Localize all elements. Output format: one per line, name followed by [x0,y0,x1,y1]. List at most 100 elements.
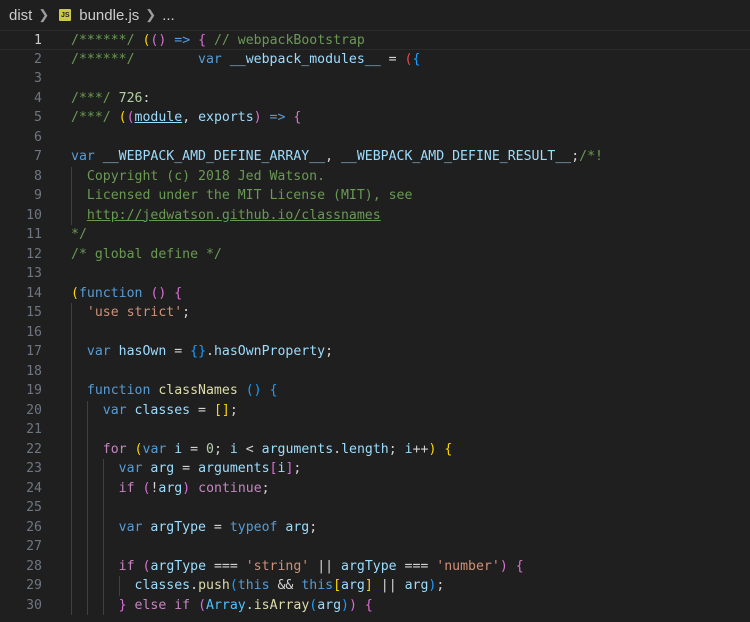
code-line[interactable]: 28 if (argType === 'string' || argType =… [0,556,750,577]
code-token: classNames [158,383,238,398]
code-line[interactable]: 24 if (!arg) continue; [0,478,750,498]
code-text: 'use strict'; [71,303,190,323]
code-line[interactable]: 12 /* global define */ [0,245,750,265]
code-token: ( [118,110,127,125]
line-number: 26 [26,519,42,535]
indent-guide [86,556,88,576]
code-token: ; [309,519,318,535]
code-line[interactable]: 22 for (var i = 0; i < arguments.length;… [0,439,750,460]
code-line[interactable]: 17 var hasOwn = {}.hasOwnProperty; [0,342,750,362]
code-line[interactable]: 14 (function () { [0,284,750,304]
code-token: ; [261,480,270,496]
indent-guide [71,420,72,440]
code-line[interactable]: 27 [0,537,750,557]
code-line[interactable]: 3 [0,69,750,89]
chevron-right-icon: ❯ [38,7,50,22]
code-text: var argType = typeof arg; [71,518,318,538]
code-text: classes.push(this && this[arg] || arg); [71,576,445,596]
code-line[interactable]: 18 [0,361,750,381]
line-number: 18 [26,363,42,379]
code-token: classes [134,578,191,593]
code-token: /* global define */ [71,246,222,262]
code-line[interactable]: 10 http://jedwatson.github.io/classnames [0,205,750,225]
code-token: continue [198,480,262,496]
line-number: 2 [34,51,42,67]
code-line[interactable]: 1 /******/ (() => { // webpackBootstrap [0,30,750,50]
code-line[interactable]: 21 [0,420,750,440]
indent-guide [71,576,72,596]
code-token: arg [158,480,183,496]
code-token: hasOwn [118,344,167,359]
code-token: // webpackBootstrap [206,33,365,48]
code-editor[interactable]: 1/******/ (() => { // webpackBootstrap 2/… [0,30,750,622]
code-text: /* global define */ [71,245,222,265]
code-token: __WEBPACK_AMD_DEFINE_RESULT__ [340,149,572,164]
code-token: function [86,383,159,398]
code-line[interactable]: 30 } else if (Array.isArray(arg)) { [0,595,750,615]
code-token: /***/ [71,110,119,125]
code-text: var __WEBPACK_AMD_DEFINE_ARRAY__, __WEBP… [71,147,603,167]
code-token: if [118,558,135,574]
line-number: 25 [26,500,42,515]
code-line[interactable]: 29 classes.push(this && this[arg] || arg… [0,576,750,596]
breadcrumb-folder[interactable]: dist [9,7,32,24]
code-token: () [150,285,167,301]
indent-guide [71,322,72,342]
code-line[interactable]: 5/***/ ((module, exports) => { [0,108,750,128]
code-line[interactable]: 25 [0,498,750,518]
breadcrumb: dist ❯ JS bundle.js ❯ ... [0,0,750,30]
code-token: { [198,33,207,48]
code-token: { [269,383,278,398]
line-number: 23 [26,461,42,476]
code-line[interactable]: 20 var classes = []; [0,400,750,420]
code-token: < [237,441,262,457]
code-line[interactable]: 23 var arg = arguments[i]; [0,459,750,479]
code-token: arg [317,597,342,613]
code-text: for (var i = 0; i < arguments.length; i+… [71,440,453,460]
breadcrumb-file[interactable]: bundle.js [79,7,139,24]
code-token: ; [325,344,334,359]
code-token: => [261,110,294,125]
code-token: exports [198,110,254,125]
indent-guide [102,576,104,596]
indent-guide [71,556,72,576]
code-token: = [182,441,207,457]
code-token: var [118,461,151,476]
code-line[interactable]: 2 /******/ var __webpack_modules__ = ({ [0,50,750,70]
code-text: if (argType === 'string' || argType === … [71,557,524,577]
code-line[interactable]: 11 */ [0,225,750,245]
code-line[interactable]: 15 'use strict'; [0,303,750,323]
code-line[interactable]: 26 var argType = typeof arg; [0,517,750,538]
line-number: 13 [26,266,42,281]
code-token: = [380,51,405,67]
code-line[interactable]: 8 Copyright (c) 2018 Jed Watson. [0,166,750,186]
code-line[interactable]: 9 Licensed under the MIT License (MIT), … [0,186,750,206]
code-token: ; [182,305,191,320]
code-line[interactable]: 13 [0,264,750,284]
code-token: ; [388,441,405,457]
code-token: 726 [118,90,143,106]
code-token: var [102,402,135,418]
indent-guide [86,498,88,518]
line-number: 14 [26,285,42,301]
code-line[interactable]: 6 [0,128,750,148]
code-token: ( [134,441,143,457]
indent-guide [86,400,88,420]
code-line[interactable]: 7 var __WEBPACK_AMD_DEFINE_ARRAY__, __WEB… [0,147,750,167]
breadcrumb-symbol-ellipsis[interactable]: ... [162,7,175,24]
code-line[interactable]: 19 function classNames () { [0,381,750,401]
code-token: 0 [206,441,214,457]
line-number: 5 [34,110,42,125]
code-token: || [372,578,405,593]
code-token: ) [341,597,349,613]
code-line[interactable]: 16 [0,322,750,342]
indent-guide [71,166,72,186]
code-line[interactable]: 4 /***/ 726: [0,89,750,109]
